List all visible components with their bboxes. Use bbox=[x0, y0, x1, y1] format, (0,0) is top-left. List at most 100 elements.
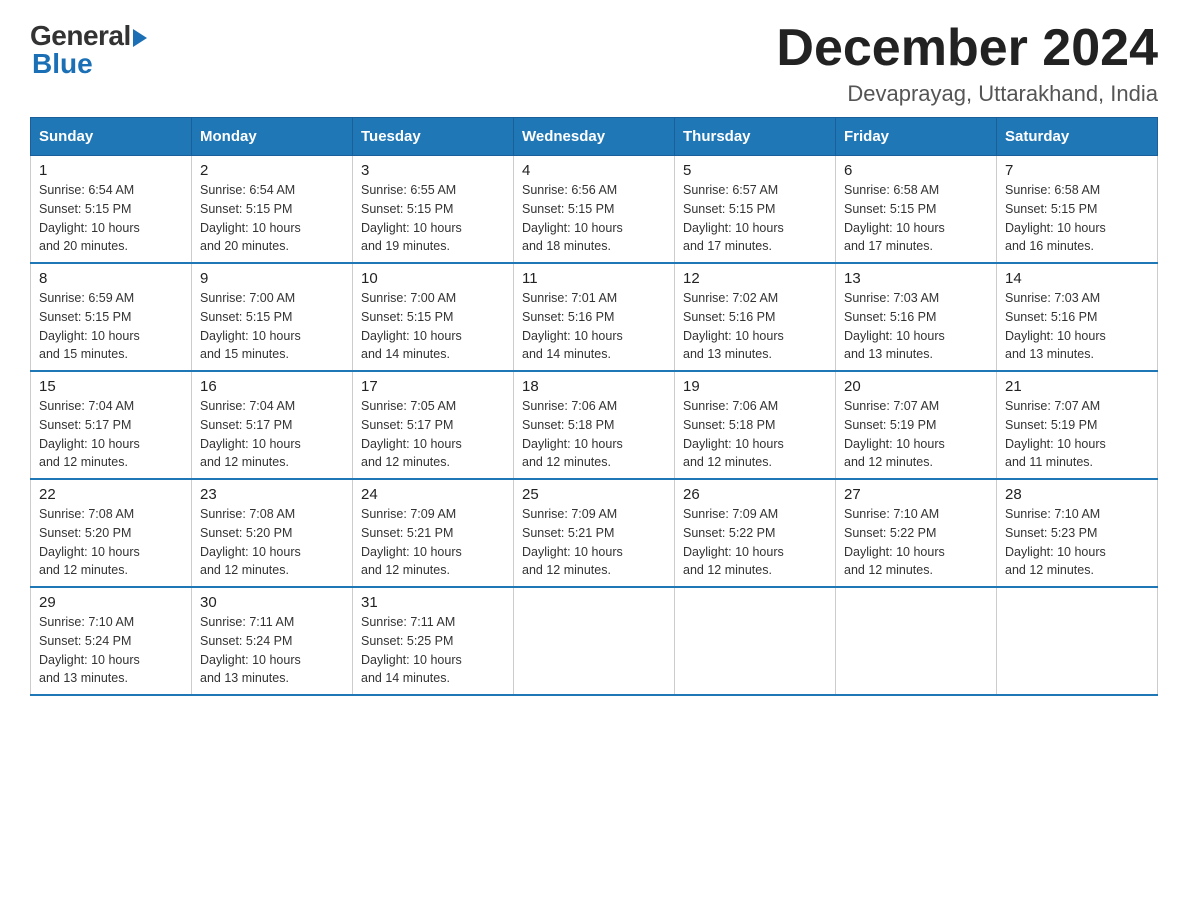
day-number: 1 bbox=[39, 162, 183, 179]
day-info: Sunrise: 7:10 AMSunset: 5:22 PMDaylight:… bbox=[844, 505, 988, 580]
day-info: Sunrise: 7:11 AMSunset: 5:25 PMDaylight:… bbox=[361, 613, 505, 688]
calendar-cell: 31 Sunrise: 7:11 AMSunset: 5:25 PMDayligh… bbox=[353, 587, 514, 695]
weekday-header-tuesday: Tuesday bbox=[353, 118, 514, 156]
calendar-cell: 2 Sunrise: 6:54 AMSunset: 5:15 PMDaylight… bbox=[192, 156, 353, 264]
calendar-cell: 1 Sunrise: 6:54 AMSunset: 5:15 PMDaylight… bbox=[31, 156, 192, 264]
day-number: 18 bbox=[522, 378, 666, 395]
day-info: Sunrise: 7:07 AMSunset: 5:19 PMDaylight:… bbox=[1005, 397, 1149, 472]
day-number: 21 bbox=[1005, 378, 1149, 395]
calendar-cell: 8 Sunrise: 6:59 AMSunset: 5:15 PMDaylight… bbox=[31, 263, 192, 371]
calendar-cell: 9 Sunrise: 7:00 AMSunset: 5:15 PMDaylight… bbox=[192, 263, 353, 371]
day-info: Sunrise: 7:08 AMSunset: 5:20 PMDaylight:… bbox=[39, 505, 183, 580]
day-info: Sunrise: 7:05 AMSunset: 5:17 PMDaylight:… bbox=[361, 397, 505, 472]
day-info: Sunrise: 6:56 AMSunset: 5:15 PMDaylight:… bbox=[522, 181, 666, 256]
day-number: 15 bbox=[39, 378, 183, 395]
day-number: 8 bbox=[39, 270, 183, 287]
day-info: Sunrise: 7:00 AMSunset: 5:15 PMDaylight:… bbox=[200, 289, 344, 364]
day-number: 27 bbox=[844, 486, 988, 503]
day-info: Sunrise: 7:01 AMSunset: 5:16 PMDaylight:… bbox=[522, 289, 666, 364]
day-info: Sunrise: 7:08 AMSunset: 5:20 PMDaylight:… bbox=[200, 505, 344, 580]
day-number: 9 bbox=[200, 270, 344, 287]
day-info: Sunrise: 7:03 AMSunset: 5:16 PMDaylight:… bbox=[844, 289, 988, 364]
day-info: Sunrise: 6:58 AMSunset: 5:15 PMDaylight:… bbox=[1005, 181, 1149, 256]
day-number: 12 bbox=[683, 270, 827, 287]
day-info: Sunrise: 7:09 AMSunset: 5:21 PMDaylight:… bbox=[361, 505, 505, 580]
weekday-header-friday: Friday bbox=[836, 118, 997, 156]
calendar-cell bbox=[836, 587, 997, 695]
calendar-cell bbox=[675, 587, 836, 695]
day-info: Sunrise: 7:11 AMSunset: 5:24 PMDaylight:… bbox=[200, 613, 344, 688]
day-info: Sunrise: 6:55 AMSunset: 5:15 PMDaylight:… bbox=[361, 181, 505, 256]
calendar-cell: 4 Sunrise: 6:56 AMSunset: 5:15 PMDaylight… bbox=[514, 156, 675, 264]
day-number: 13 bbox=[844, 270, 988, 287]
day-info: Sunrise: 7:00 AMSunset: 5:15 PMDaylight:… bbox=[361, 289, 505, 364]
calendar-cell: 6Sunrise: 6:58 AMSunset: 5:15 PMDaylight… bbox=[836, 156, 997, 264]
calendar-cell: 11 Sunrise: 7:01 AMSunset: 5:16 PMDayligh… bbox=[514, 263, 675, 371]
day-number: 10 bbox=[361, 270, 505, 287]
calendar-cell: 14Sunrise: 7:03 AMSunset: 5:16 PMDayligh… bbox=[997, 263, 1158, 371]
calendar-week-3: 15 Sunrise: 7:04 AMSunset: 5:17 PMDayligh… bbox=[31, 371, 1158, 479]
day-info: Sunrise: 7:10 AMSunset: 5:24 PMDaylight:… bbox=[39, 613, 183, 688]
weekday-header-wednesday: Wednesday bbox=[514, 118, 675, 156]
page-header: General Blue December 2024 Devaprayag, U… bbox=[30, 20, 1158, 107]
day-info: Sunrise: 7:04 AMSunset: 5:17 PMDaylight:… bbox=[200, 397, 344, 472]
calendar-week-1: 1 Sunrise: 6:54 AMSunset: 5:15 PMDaylight… bbox=[31, 156, 1158, 264]
day-number: 29 bbox=[39, 594, 183, 611]
day-number: 3 bbox=[361, 162, 505, 179]
calendar-cell: 30 Sunrise: 7:11 AMSunset: 5:24 PMDayligh… bbox=[192, 587, 353, 695]
day-info: Sunrise: 7:09 AMSunset: 5:21 PMDaylight:… bbox=[522, 505, 666, 580]
calendar-cell: 13 Sunrise: 7:03 AMSunset: 5:16 PMDayligh… bbox=[836, 263, 997, 371]
day-number: 19 bbox=[683, 378, 827, 395]
day-number: 23 bbox=[200, 486, 344, 503]
title-section: December 2024 Devaprayag, Uttarakhand, I… bbox=[776, 20, 1158, 107]
calendar-cell: 18 Sunrise: 7:06 AMSunset: 5:18 PMDayligh… bbox=[514, 371, 675, 479]
logo-blue-text: Blue bbox=[32, 48, 93, 80]
day-info: Sunrise: 6:58 AMSunset: 5:15 PMDaylight:… bbox=[844, 181, 988, 256]
day-info: Sunrise: 7:02 AMSunset: 5:16 PMDaylight:… bbox=[683, 289, 827, 364]
day-number: 4 bbox=[522, 162, 666, 179]
calendar-cell: 10 Sunrise: 7:00 AMSunset: 5:15 PMDayligh… bbox=[353, 263, 514, 371]
calendar-table: SundayMondayTuesdayWednesdayThursdayFrid… bbox=[30, 117, 1158, 696]
day-info: Sunrise: 6:59 AMSunset: 5:15 PMDaylight:… bbox=[39, 289, 183, 364]
calendar-week-5: 29 Sunrise: 7:10 AMSunset: 5:24 PMDayligh… bbox=[31, 587, 1158, 695]
calendar-cell: 21 Sunrise: 7:07 AMSunset: 5:19 PMDayligh… bbox=[997, 371, 1158, 479]
weekday-header-thursday: Thursday bbox=[675, 118, 836, 156]
day-info: Sunrise: 7:10 AMSunset: 5:23 PMDaylight:… bbox=[1005, 505, 1149, 580]
day-number: 11 bbox=[522, 270, 666, 287]
calendar-cell: 25 Sunrise: 7:09 AMSunset: 5:21 PMDayligh… bbox=[514, 479, 675, 587]
day-number: 17 bbox=[361, 378, 505, 395]
day-number: 30 bbox=[200, 594, 344, 611]
month-title: December 2024 bbox=[776, 20, 1158, 77]
day-number: 16 bbox=[200, 378, 344, 395]
calendar-cell: 24 Sunrise: 7:09 AMSunset: 5:21 PMDayligh… bbox=[353, 479, 514, 587]
calendar-cell: 16 Sunrise: 7:04 AMSunset: 5:17 PMDayligh… bbox=[192, 371, 353, 479]
calendar-cell: 12 Sunrise: 7:02 AMSunset: 5:16 PMDayligh… bbox=[675, 263, 836, 371]
day-info: Sunrise: 7:07 AMSunset: 5:19 PMDaylight:… bbox=[844, 397, 988, 472]
calendar-cell: 19 Sunrise: 7:06 AMSunset: 5:18 PMDayligh… bbox=[675, 371, 836, 479]
day-number: 25 bbox=[522, 486, 666, 503]
day-number: 14 bbox=[1005, 270, 1149, 287]
calendar-week-4: 22 Sunrise: 7:08 AMSunset: 5:20 PMDayligh… bbox=[31, 479, 1158, 587]
logo-arrow-icon bbox=[133, 29, 147, 47]
calendar-cell: 20Sunrise: 7:07 AMSunset: 5:19 PMDayligh… bbox=[836, 371, 997, 479]
day-info: Sunrise: 6:57 AMSunset: 5:15 PMDaylight:… bbox=[683, 181, 827, 256]
weekday-header-saturday: Saturday bbox=[997, 118, 1158, 156]
day-number: 7 bbox=[1005, 162, 1149, 179]
calendar-cell: 17 Sunrise: 7:05 AMSunset: 5:17 PMDayligh… bbox=[353, 371, 514, 479]
calendar-cell: 22 Sunrise: 7:08 AMSunset: 5:20 PMDayligh… bbox=[31, 479, 192, 587]
day-info: Sunrise: 6:54 AMSunset: 5:15 PMDaylight:… bbox=[200, 181, 344, 256]
day-number: 24 bbox=[361, 486, 505, 503]
calendar-cell: 5Sunrise: 6:57 AMSunset: 5:15 PMDaylight… bbox=[675, 156, 836, 264]
day-number: 31 bbox=[361, 594, 505, 611]
day-number: 2 bbox=[200, 162, 344, 179]
day-info: Sunrise: 7:06 AMSunset: 5:18 PMDaylight:… bbox=[683, 397, 827, 472]
weekday-header-row: SundayMondayTuesdayWednesdayThursdayFrid… bbox=[31, 118, 1158, 156]
calendar-cell: 27 Sunrise: 7:10 AMSunset: 5:22 PMDayligh… bbox=[836, 479, 997, 587]
calendar-cell bbox=[514, 587, 675, 695]
day-number: 22 bbox=[39, 486, 183, 503]
calendar-cell: 28Sunrise: 7:10 AMSunset: 5:23 PMDayligh… bbox=[997, 479, 1158, 587]
day-info: Sunrise: 6:54 AMSunset: 5:15 PMDaylight:… bbox=[39, 181, 183, 256]
calendar-cell: 29 Sunrise: 7:10 AMSunset: 5:24 PMDayligh… bbox=[31, 587, 192, 695]
day-info: Sunrise: 7:06 AMSunset: 5:18 PMDaylight:… bbox=[522, 397, 666, 472]
calendar-cell: 15Sunrise: 7:04 AMSunset: 5:17 PMDayligh… bbox=[31, 371, 192, 479]
